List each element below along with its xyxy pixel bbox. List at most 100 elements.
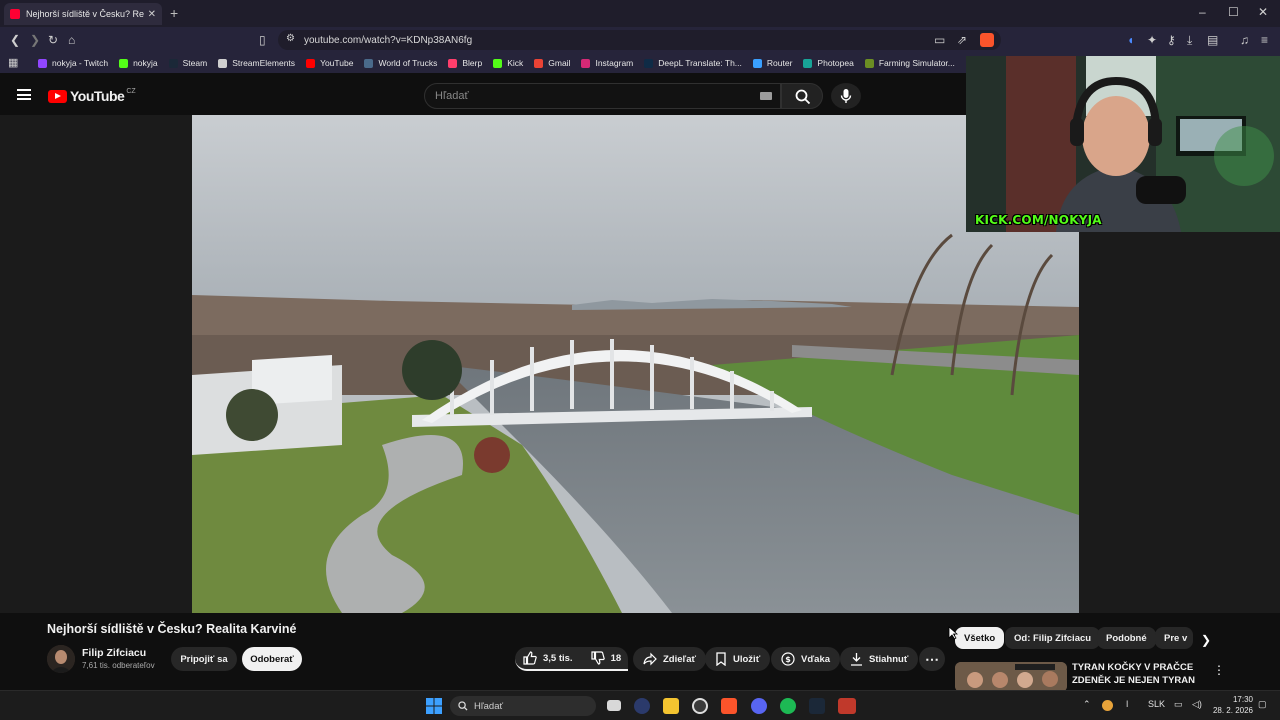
taskbar-search-icon	[458, 701, 468, 711]
music-icon[interactable]: ♫	[1240, 33, 1249, 47]
file-explorer-icon[interactable]	[663, 698, 679, 714]
media-icon[interactable]: ◖	[1127, 33, 1134, 47]
bookmark-label: nokyja	[133, 58, 158, 68]
bookmark-label: Steam	[182, 58, 208, 68]
spotify-icon[interactable]	[780, 698, 796, 714]
steam-icon[interactable]	[809, 698, 825, 714]
network-icon[interactable]: ▭	[1174, 699, 1183, 710]
filter-chip[interactable]: Pre v	[1155, 627, 1193, 649]
bookmark-item[interactable]: nokyja - Twitch	[38, 58, 108, 68]
minimize-window-icon[interactable]: –	[1199, 5, 1206, 19]
forward-icon[interactable]: ❯	[30, 33, 40, 47]
bookmark-item[interactable]: StreamElements	[218, 58, 295, 68]
browser-tab-youtube[interactable]: Nejhorší sídliště v Česku? Rea ✕	[4, 3, 162, 25]
new-tab-button[interactable]: +	[170, 5, 178, 21]
system-clock[interactable]: 17:30 28. 2. 2026	[1211, 694, 1253, 716]
reload-icon[interactable]: ↻	[48, 33, 58, 47]
search-button[interactable]	[781, 83, 823, 109]
dislike-button[interactable]: 18	[590, 651, 622, 665]
dislike-count: 18	[610, 652, 622, 664]
download-button[interactable]: Stiahnuť	[840, 647, 919, 671]
bookmark-favicon-icon	[364, 58, 374, 68]
language-indicator[interactable]: SLK	[1148, 699, 1165, 709]
menu-icon[interactable]: ≡	[1261, 33, 1268, 47]
url-text: youtube.com/watch?v=KDNp38AN6fg	[304, 34, 473, 46]
close-window-icon[interactable]: ✕	[1258, 5, 1268, 19]
bookmark-item[interactable]: DeepL Translate: Th...	[644, 58, 742, 68]
thanks-button[interactable]: $ Vďaka	[771, 647, 841, 671]
hamburger-menu-icon[interactable]	[17, 89, 31, 100]
bookmark-item[interactable]: Blerp	[448, 58, 482, 68]
video-frame[interactable]	[192, 115, 1079, 613]
filter-chip[interactable]: Všetko	[955, 627, 1005, 649]
recommended-video-thumbnail[interactable]	[955, 662, 1067, 692]
discord-icon[interactable]	[751, 698, 767, 714]
app-icon-1[interactable]	[634, 698, 650, 714]
filter-chip[interactable]: Podobné	[1097, 627, 1156, 649]
obs-icon[interactable]	[692, 698, 708, 714]
task-view-icon[interactable]	[607, 700, 621, 711]
close-tab-icon[interactable]: ✕	[148, 9, 156, 20]
notifications-icon[interactable]: ▢	[1258, 699, 1267, 710]
bookmark-item[interactable]: nokyja	[119, 58, 158, 68]
subscribe-button[interactable]: Odoberať	[242, 647, 302, 671]
bookmark-icon[interactable]: ▯	[259, 33, 266, 47]
bookmark-item[interactable]: Instagram	[581, 58, 633, 68]
keyboard-icon[interactable]	[760, 92, 772, 100]
channel-avatar[interactable]	[47, 645, 75, 673]
wallet-icon[interactable]: ▤	[1207, 33, 1218, 47]
save-label[interactable]: Uložiť	[733, 654, 760, 665]
filter-chip[interactable]: Od: Filip Zifciacu	[1005, 627, 1101, 649]
back-icon[interactable]: ❮	[10, 33, 20, 47]
brave-shield-icon[interactable]	[980, 33, 994, 47]
home-icon[interactable]: ⌂	[68, 33, 75, 47]
bookmark-label: nokyja - Twitch	[52, 58, 109, 68]
search-input[interactable]: Hľadať	[424, 83, 781, 109]
avatar-image	[47, 645, 75, 673]
share-button[interactable]: Zdieľať	[633, 647, 707, 671]
tray-app-icon[interactable]	[1102, 700, 1113, 711]
address-bar[interactable]: ⚙ youtube.com/watch?v=KDNp38AN6fg	[278, 30, 1001, 50]
site-info-icon[interactable]: ⚙	[286, 33, 295, 44]
bookmark-label: Instagram	[595, 58, 634, 68]
bookmark-favicon-icon	[644, 58, 654, 68]
tray-mic-icon[interactable]: ǀ	[1126, 699, 1128, 709]
bookmark-item[interactable]: Kick	[493, 58, 523, 68]
brave-browser-icon[interactable]	[721, 698, 737, 714]
bookmark-item[interactable]: Farming Simulator...	[864, 58, 955, 68]
cast-icon[interactable]: ▭	[934, 33, 945, 47]
taskbar-search-placeholder: Hľadať	[474, 700, 504, 712]
apps-grid-icon[interactable]: ▦	[8, 56, 18, 69]
like-button[interactable]: 3,5 tis.	[523, 651, 573, 665]
download-icon	[851, 653, 862, 666]
recommendation-menu-icon[interactable]: ⋮	[1213, 663, 1225, 677]
voicemeeter-icon[interactable]	[838, 698, 856, 714]
tray-expand-icon[interactable]: ⌃	[1083, 699, 1091, 710]
bookmark-label: World of Trucks	[378, 58, 438, 68]
download-label: Stiahnuť	[869, 653, 909, 665]
password-icon[interactable]: ⚷	[1167, 33, 1176, 47]
channel-name[interactable]: Filip Zifciacu	[82, 647, 146, 659]
bookmark-item[interactable]: Steam	[168, 58, 208, 68]
downloads-icon[interactable]: ⤓	[1187, 33, 1192, 48]
bookmark-item[interactable]: Router	[752, 58, 792, 68]
more-actions-icon[interactable]: ⋯	[919, 647, 945, 671]
youtube-favicon-icon	[10, 9, 20, 19]
bookmark-label: Blerp	[462, 58, 483, 68]
share-page-icon[interactable]: ⇗	[957, 33, 967, 47]
windows-start-icon[interactable]	[426, 698, 442, 714]
bookmark-item[interactable]: Gmail	[534, 58, 570, 68]
join-button[interactable]: Pripojiť sa	[171, 647, 237, 671]
volume-icon[interactable]: ◁)	[1192, 699, 1202, 710]
taskbar-search-input[interactable]: Hľadať	[450, 696, 596, 716]
chips-next-icon[interactable]: ❯	[1201, 633, 1211, 647]
bookmark-item[interactable]: World of Trucks	[364, 58, 437, 68]
bookmark-item[interactable]: Photopea	[803, 58, 854, 68]
share-icon	[643, 652, 657, 666]
extensions-icon[interactable]: ✦	[1147, 33, 1157, 47]
bookmark-item[interactable]: YouTube	[306, 58, 353, 68]
voice-search-button[interactable]	[831, 83, 861, 109]
maximize-window-icon[interactable]: ☐	[1228, 5, 1239, 19]
save-button[interactable]: Uložiť	[705, 647, 771, 671]
youtube-logo[interactable]: YouTube CZ	[48, 88, 136, 104]
